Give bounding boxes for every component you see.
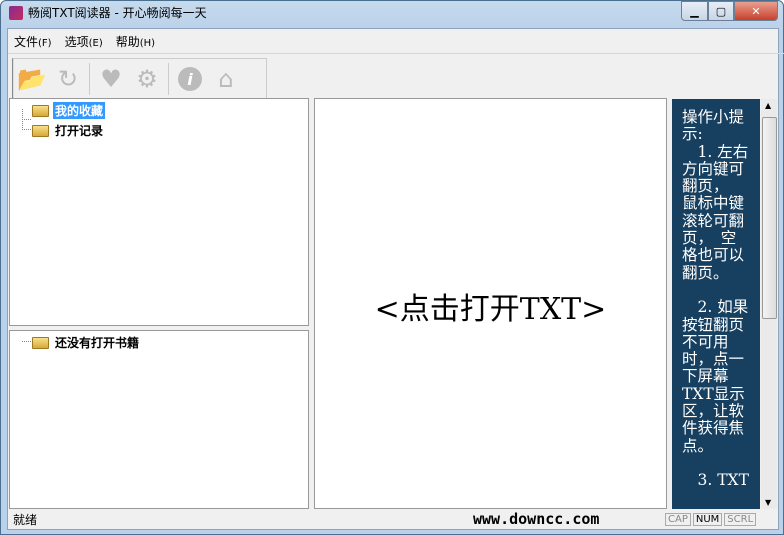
- window-title: 畅阅TXT阅读器 - 开心畅阅每一天: [28, 6, 207, 20]
- tree-lines: [22, 341, 31, 342]
- status-bar: 就绪 www.downcc.com CAP NUM SCRL: [8, 510, 778, 528]
- open-txt-prompt[interactable]: <点击打开TXT>: [315, 284, 666, 328]
- tips-panel: 操作小提 示: 1. 左右 方向键可 翻页， 鼠标中键 滚轮可翻 页， 空格也可以 翻页。 2…: [672, 99, 760, 509]
- scroll-up-icon[interactable]: ▲: [765, 101, 771, 110]
- scrl-indicator: SCRL: [724, 512, 757, 526]
- status-text: 就绪: [13, 512, 38, 527]
- title-bar: 畅阅TXT阅读器 - 开心畅阅每一天: [9, 4, 207, 21]
- tip-line: 不可用: [682, 332, 729, 351]
- tip-line: TXT显示: [682, 384, 745, 403]
- tip-line: 区，让软: [682, 402, 745, 421]
- tip-line: 格也可以: [682, 246, 745, 265]
- tip-line: 页， 空: [682, 229, 737, 248]
- menu-options-key: (E): [88, 37, 103, 49]
- close-button[interactable]: ✕: [734, 1, 778, 21]
- tip-line: 下屏幕: [682, 367, 729, 386]
- home-icon[interactable]: ⌂: [208, 62, 244, 96]
- favorites-tree: 我的收藏 打开记录: [9, 98, 309, 326]
- num-indicator: NUM: [692, 512, 723, 526]
- scroll-down-icon[interactable]: ▼: [765, 498, 771, 507]
- menu-help-key: (H): [139, 37, 156, 49]
- menu-file[interactable]: 文件(F): [14, 33, 52, 50]
- tip-line: 操作小提: [682, 108, 745, 126]
- tips-scrollbar[interactable]: ▲ ▼: [761, 99, 777, 509]
- menu-bar: 文件(F) 选项(E) 帮助(H): [8, 29, 784, 54]
- tree-label: 还没有打开书籍: [55, 336, 140, 350]
- books-tree: 还没有打开书籍: [9, 330, 309, 509]
- tree-item-history[interactable]: 打开记录: [32, 122, 105, 139]
- tip-line: 时，点一: [682, 350, 745, 369]
- tip-line: [682, 282, 760, 299]
- reader-area[interactable]: <点击打开TXT>: [314, 98, 667, 509]
- tree-lines: [22, 109, 31, 120]
- tip-line: 1. 左右: [682, 142, 749, 161]
- tree-label: 我的收藏: [53, 102, 106, 119]
- tip-line: 滚轮可翻: [682, 211, 745, 230]
- tree-item-no-books[interactable]: 还没有打开书籍: [32, 334, 141, 351]
- tip-line: [682, 455, 760, 472]
- menu-options-label: 选项: [64, 34, 89, 49]
- watermark: www.downcc.com: [473, 510, 600, 528]
- tip-line: 件获得焦: [682, 419, 745, 438]
- gear-icon[interactable]: ⚙: [129, 62, 165, 96]
- refresh-icon[interactable]: ↻: [50, 62, 86, 96]
- minimize-button[interactable]: ▁: [681, 1, 708, 21]
- toolbar-separator: [168, 63, 169, 95]
- menu-help-label: 帮助: [115, 34, 140, 49]
- folder-icon: [32, 104, 49, 117]
- tree-item-favorites[interactable]: 我的收藏: [32, 102, 106, 119]
- tip-line: 方向键可: [682, 159, 745, 178]
- scroll-thumb[interactable]: [762, 117, 777, 319]
- menu-options[interactable]: 选项(E): [65, 33, 103, 50]
- toolbar-separator: [89, 63, 90, 95]
- info-icon[interactable]: i: [172, 62, 208, 96]
- toolbar: 📂 ↻ ♥ ⚙ i ⌂: [12, 58, 267, 100]
- open-folder-icon[interactable]: 📂: [14, 62, 50, 96]
- tip-line: 鼠标中键: [682, 194, 745, 213]
- app-icon: [9, 5, 23, 20]
- folder-icon: [32, 336, 49, 349]
- tip-line: 翻页，: [682, 177, 729, 196]
- cap-indicator: CAP: [665, 512, 691, 526]
- maximize-button[interactable]: ▢: [708, 1, 734, 21]
- tip-line: 翻页。: [682, 263, 729, 282]
- add-favorite-icon[interactable]: ♥: [93, 62, 129, 96]
- tip-line: 按钮翻页: [682, 315, 745, 334]
- menu-help[interactable]: 帮助(H): [116, 33, 155, 50]
- tip-line: 示:: [682, 125, 703, 144]
- tip-line: 2. 如果: [682, 298, 749, 317]
- tip-line: 3. TXT: [682, 471, 749, 490]
- menu-file-label: 文件: [14, 34, 39, 49]
- folder-icon: [32, 124, 49, 137]
- tree-label: 打开记录: [55, 124, 104, 138]
- app-window: 畅阅TXT阅读器 - 开心畅阅每一天 ▁ ▢ ✕ 文件(F) 选项(E) 帮助(…: [0, 0, 784, 535]
- menu-file-key: (F): [38, 37, 52, 49]
- tip-line: 点。: [682, 436, 714, 455]
